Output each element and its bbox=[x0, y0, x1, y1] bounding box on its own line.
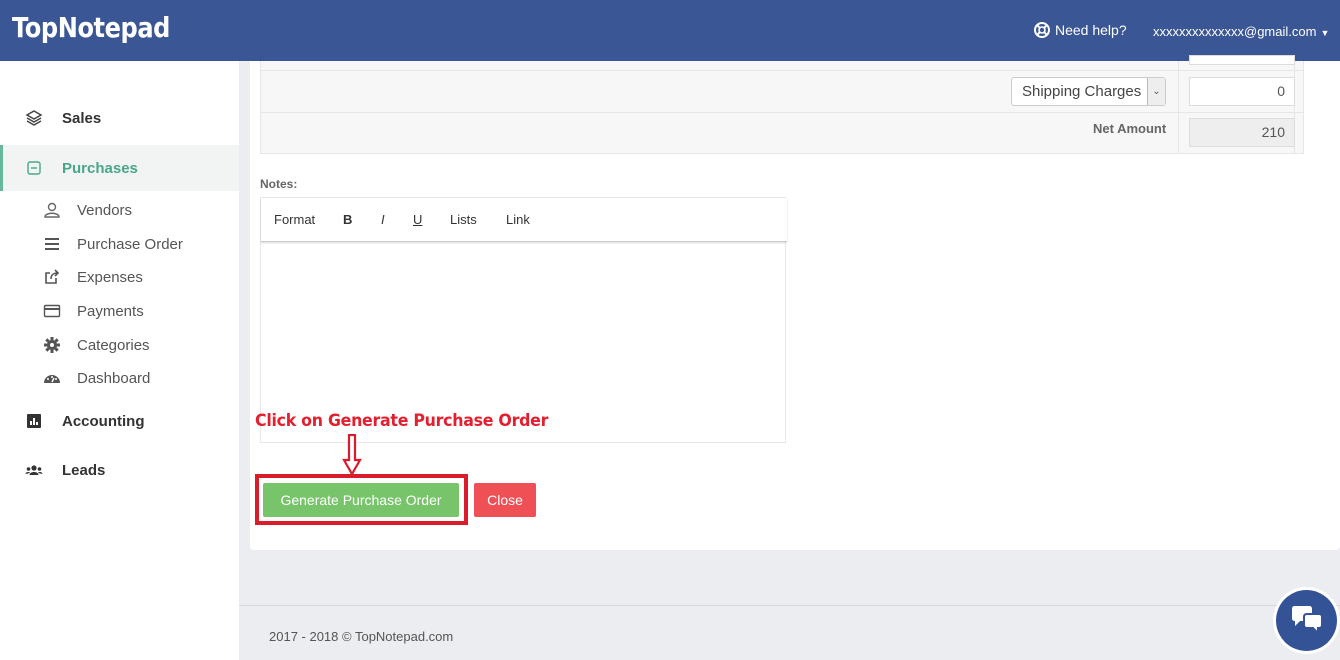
sidebar-item-categories[interactable]: Categories bbox=[0, 330, 239, 360]
chat-bubbles-icon bbox=[1292, 606, 1323, 635]
sidebar-item-purchase-order[interactable]: Purchase Order bbox=[0, 229, 239, 259]
dashboard-icon bbox=[44, 375, 60, 383]
need-help-label: Need help? bbox=[1055, 22, 1127, 38]
bold-button[interactable]: B bbox=[343, 212, 352, 227]
purchase-order-form: Shipping Charges ⌄ 0 Net Amount 210 Note… bbox=[250, 55, 1340, 550]
shipping-charges-input[interactable]: 0 bbox=[1189, 77, 1295, 106]
credit-card-icon bbox=[43, 304, 61, 318]
list-icon bbox=[45, 238, 59, 250]
arrow-down-icon bbox=[342, 434, 362, 476]
sidebar: Sales Purchases Vendors Purchase Order E… bbox=[0, 61, 239, 660]
sidebar-item-payments[interactable]: Payments bbox=[0, 296, 239, 326]
sidebar-item-leads[interactable]: Leads bbox=[0, 447, 239, 493]
users-icon bbox=[25, 465, 43, 475]
sidebar-item-label: Sales bbox=[62, 109, 102, 127]
link-button[interactable]: Link bbox=[506, 212, 530, 227]
underline-button[interactable]: U bbox=[413, 212, 422, 227]
net-amount-label: Net Amount bbox=[1093, 121, 1167, 136]
charges-type-select[interactable]: Shipping Charges ⌄ bbox=[1011, 77, 1166, 106]
footer-divider bbox=[239, 605, 1340, 606]
lifebuoy-icon bbox=[1034, 22, 1050, 38]
sidebar-item-dashboard[interactable]: Dashboard bbox=[0, 363, 239, 393]
sidebar-item-label: Expenses bbox=[77, 268, 143, 286]
sidebar-item-vendors[interactable]: Vendors bbox=[0, 195, 239, 225]
italic-button[interactable]: I bbox=[381, 212, 385, 227]
notes-label: Notes: bbox=[260, 177, 298, 191]
footer-copyright: 2017 - 2018 © TopNotepad.com bbox=[269, 629, 454, 644]
sidebar-item-label: Dashboard bbox=[77, 369, 151, 387]
format-button[interactable]: Format bbox=[274, 212, 315, 227]
account-menu[interactable]: xxxxxxxxxxxxxx@gmail.com ▼ bbox=[1153, 24, 1329, 39]
row-divider bbox=[261, 112, 1303, 113]
editor-toolbar: Format B I U Lists Link bbox=[261, 198, 787, 242]
sidebar-item-label: Categories bbox=[77, 336, 150, 354]
need-help-link[interactable]: Need help? bbox=[1034, 22, 1127, 38]
app-logo[interactable]: TopNotepad bbox=[12, 11, 170, 44]
previous-amount-input[interactable] bbox=[1189, 55, 1295, 65]
bar-chart-icon bbox=[27, 414, 41, 428]
sidebar-item-expenses[interactable]: Expenses bbox=[0, 262, 239, 292]
generate-purchase-order-button[interactable]: Generate Purchase Order bbox=[263, 483, 459, 517]
sidebar-item-label: Payments bbox=[77, 302, 144, 320]
sidebar-item-sales[interactable]: Sales bbox=[0, 95, 239, 141]
gear-icon bbox=[44, 337, 60, 353]
sidebar-item-label: Vendors bbox=[77, 201, 133, 219]
account-email: xxxxxxxxxxxxxx@gmail.com bbox=[1153, 24, 1317, 39]
sidebar-item-label: Purchases bbox=[62, 159, 138, 177]
charges-type-value: Shipping Charges bbox=[1022, 83, 1142, 100]
sidebar-item-label: Leads bbox=[62, 461, 106, 479]
lists-button[interactable]: Lists bbox=[450, 212, 477, 227]
sidebar-item-label: Accounting bbox=[62, 412, 145, 430]
close-button[interactable]: Close bbox=[474, 483, 536, 517]
share-square-icon bbox=[45, 269, 60, 284]
chat-widget-button[interactable] bbox=[1276, 590, 1337, 651]
sidebar-item-purchases[interactable]: Purchases bbox=[0, 145, 239, 191]
totals-table: Shipping Charges ⌄ 0 Net Amount 210 bbox=[260, 55, 1304, 154]
top-navbar: TopNotepad Need help? xxxxxxxxxxxxxx@gma… bbox=[0, 0, 1340, 61]
row-divider bbox=[261, 70, 1303, 71]
tutorial-annotation: Click on Generate Purchase Order bbox=[255, 411, 549, 431]
chevron-down-icon: ⌄ bbox=[1147, 78, 1165, 105]
notes-editor[interactable]: Format B I U Lists Link bbox=[260, 197, 787, 443]
minus-square-icon bbox=[27, 161, 41, 175]
column-divider bbox=[1178, 61, 1179, 154]
layers-icon bbox=[25, 110, 43, 126]
user-icon bbox=[44, 202, 60, 218]
caret-down-icon: ▼ bbox=[1320, 28, 1330, 38]
sidebar-item-accounting[interactable]: Accounting bbox=[0, 398, 239, 444]
sidebar-item-label: Purchase Order bbox=[77, 235, 183, 253]
net-amount-field: 210 bbox=[1189, 118, 1295, 147]
